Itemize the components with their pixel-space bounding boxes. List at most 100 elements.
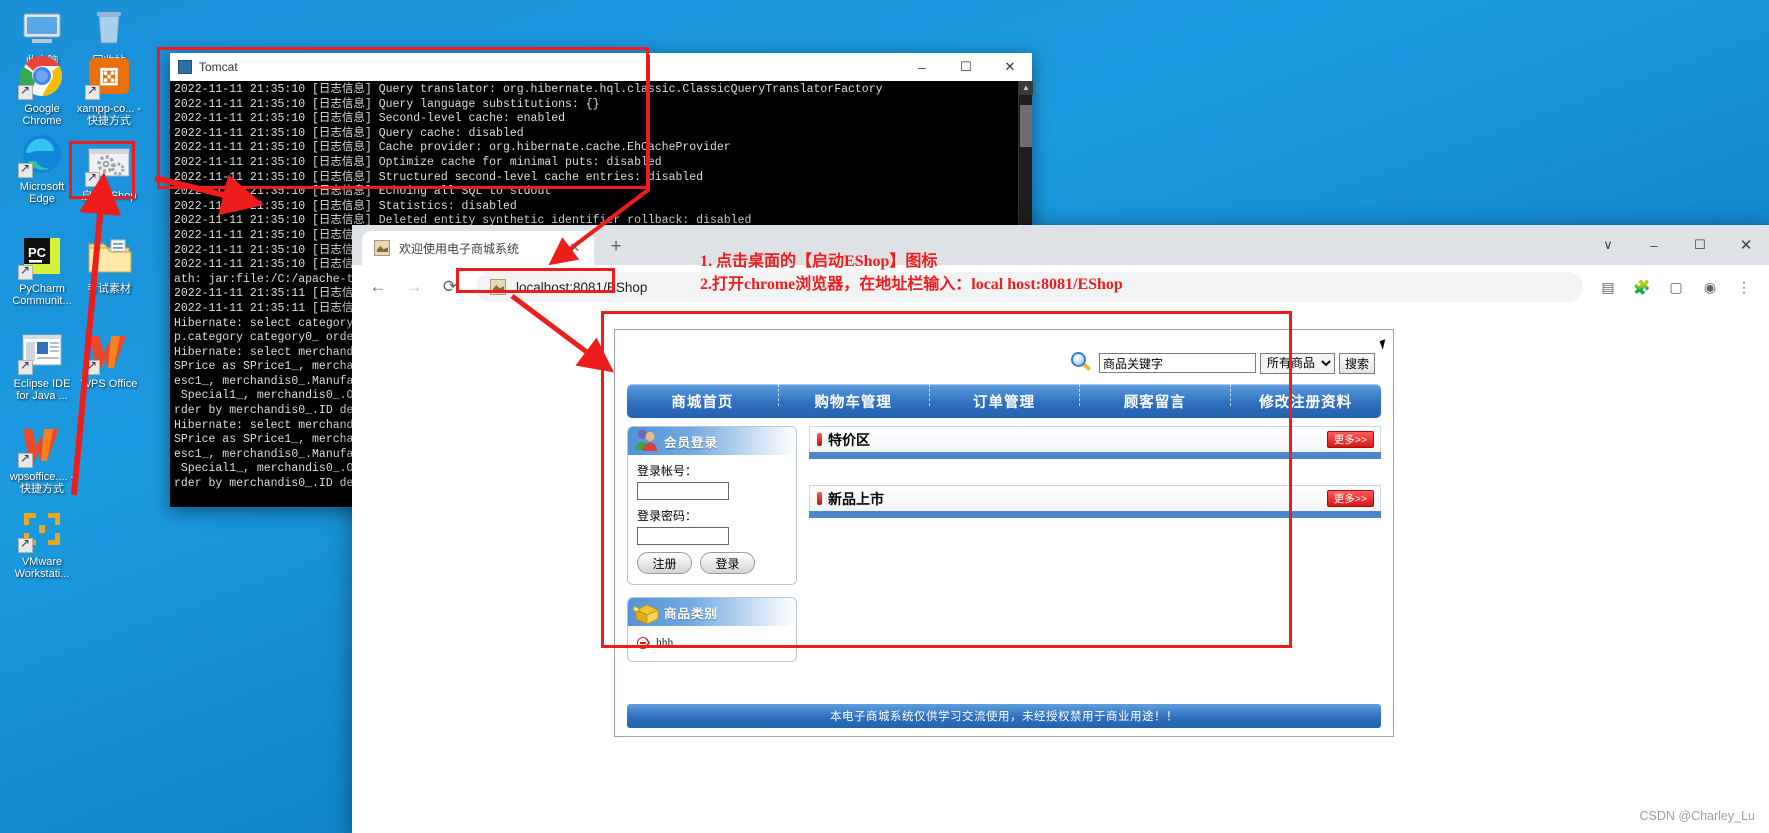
- forward-icon[interactable]: →: [399, 272, 429, 302]
- desktop-icon-wpsoffice-shortcut[interactable]: wpsoffice.... - 快捷方式: [6, 420, 78, 495]
- desktop-icon-label: xampp-co... - 快捷方式: [76, 103, 142, 127]
- scroll-up-icon[interactable]: ▲: [1019, 81, 1033, 95]
- special-offers-divider: [809, 452, 1381, 459]
- desktop-icon-eclipse-ide[interactable]: Eclipse IDE for Java ...: [6, 327, 78, 402]
- scrollbar-thumb[interactable]: [1020, 105, 1032, 147]
- tab-favicon-icon: [374, 240, 390, 256]
- sidepanel-icon[interactable]: ▤: [1594, 273, 1622, 301]
- search-button[interactable]: 搜索: [1338, 352, 1375, 374]
- chrome-window-controls[interactable]: ∨ – ☐ ✕: [1585, 225, 1769, 265]
- tomcat-title-bar[interactable]: Tomcat – ☐ ✕: [170, 53, 1032, 81]
- arrow-bullet-icon: [637, 637, 649, 649]
- tomcat-minimize-button[interactable]: –: [900, 53, 944, 81]
- section-marker-icon: [817, 433, 822, 446]
- new-tab-button[interactable]: +: [602, 234, 630, 262]
- password-input[interactable]: [637, 527, 729, 545]
- desktop-icon-xampp-control[interactable]: ⚄ xampp-co... - 快捷方式: [73, 52, 145, 127]
- category-list-item[interactable]: hhh: [637, 633, 787, 651]
- eshop-search-row[interactable]: 所有商品 搜索: [615, 339, 1393, 380]
- desktop-icon-label: VMware Workstati...: [14, 556, 70, 580]
- special-offers-more-button[interactable]: 更多>>: [1326, 431, 1374, 448]
- desktop-icon-label: 考试素材: [87, 283, 131, 295]
- shortcut-overlay-icon: [85, 83, 100, 100]
- svg-text:PC: PC: [28, 245, 47, 260]
- nav-item-feedback[interactable]: 顾客留言: [1079, 383, 1230, 412]
- desktop-icon-vmware-workstation[interactable]: VMware Workstati...: [6, 505, 78, 580]
- shortcut-overlay-icon: [18, 451, 33, 468]
- chrome-maximize-button[interactable]: ☐: [1677, 225, 1723, 265]
- chrome-toolbar-actions[interactable]: ▤ 🧩 ▢ ◉ ⋮: [1591, 273, 1761, 301]
- eshop-sidebar: 会员登录 登录帐号： 登录密码： 注册 登录 商品类别 hhh: [627, 426, 797, 696]
- exam-material-folder-icon: [85, 232, 133, 280]
- chrome-tab-strip[interactable]: 欢迎使用电子商城系统 ✕ + ∨ – ☐ ✕: [352, 225, 1769, 265]
- login-panel-body: 登录帐号： 登录密码： 注册 登录: [628, 455, 796, 584]
- tomcat-app-icon: [178, 60, 192, 74]
- desktop-icon-microsoft-edge[interactable]: Microsoft Edge: [6, 130, 78, 205]
- members-icon: [632, 428, 662, 454]
- login-panel-header: 会员登录: [628, 427, 796, 455]
- search-category-select[interactable]: 所有商品: [1259, 352, 1335, 374]
- chrome-browser-window[interactable]: 欢迎使用电子商城系统 ✕ + ∨ – ☐ ✕ ← → ⟳ localhost:8…: [352, 225, 1769, 833]
- desktop-icon-start-eshop[interactable]: 启动EShop: [73, 139, 145, 202]
- new-arrivals-body: [809, 518, 1381, 530]
- desktop-icon-pycharm-community[interactable]: PC PyCharm Communit...: [6, 232, 78, 307]
- nav-item-orders[interactable]: 订单管理: [928, 383, 1080, 412]
- eshop-top-spacer: [615, 330, 1393, 346]
- browser-tab[interactable]: 欢迎使用电子商城系统 ✕: [362, 231, 594, 265]
- desktop-icon-label: Microsoft Edge: [19, 181, 65, 205]
- desktop-icon-label: 启动EShop: [81, 190, 137, 202]
- account-input[interactable]: [637, 482, 729, 500]
- shortcut-overlay-icon: [18, 358, 33, 375]
- shortcut-overlay-icon: [85, 170, 100, 187]
- desktop-icon-google-chrome[interactable]: Google Chrome: [6, 52, 78, 127]
- new-arrivals-title: 新品上市: [828, 490, 884, 507]
- tab-title: 欢迎使用电子商城系统: [399, 241, 520, 256]
- eclipse-ide-icon: [18, 327, 66, 375]
- special-offers-title: 特价区: [828, 431, 870, 448]
- wpsoffice-shortcut-icon: [18, 420, 66, 468]
- new-arrivals-divider: [809, 511, 1381, 518]
- search-keyword-input[interactable]: [1098, 353, 1256, 373]
- chrome-close-button[interactable]: ✕: [1723, 225, 1769, 265]
- omnibox-favicon-icon: [490, 279, 506, 295]
- nav-item-profile[interactable]: 修改注册资料: [1230, 383, 1381, 412]
- tomcat-window-controls[interactable]: – ☐ ✕: [900, 53, 1032, 81]
- watermark-text: CSDN @Charley_Lu: [1639, 809, 1755, 823]
- vmware-workstation-icon: [18, 505, 66, 553]
- profile-icon[interactable]: ◉: [1696, 273, 1724, 301]
- microsoft-edge-icon: [18, 130, 66, 178]
- desktop-icon-wps-office[interactable]: WPS Office: [73, 327, 145, 390]
- split-icon[interactable]: ▢: [1662, 273, 1690, 301]
- desktop-icon-label: Eclipse IDE for Java ...: [13, 378, 71, 402]
- nav-item-cart[interactable]: 购物车管理: [777, 383, 929, 412]
- eshop-footer: 本电子商城系统仅供学习交流使用，未经授权禁用于商业用途！！: [627, 704, 1381, 728]
- chrome-minimize-button[interactable]: –: [1631, 225, 1677, 265]
- reload-icon[interactable]: ⟳: [435, 272, 465, 302]
- special-offers-section: 特价区 更多>>: [809, 426, 1381, 471]
- chrome-tabsearch-button[interactable]: ∨: [1585, 225, 1631, 265]
- svg-text:⚄: ⚄: [99, 64, 119, 90]
- eshop-main-nav[interactable]: 商城首页 购物车管理 订单管理 顾客留言 修改注册资料: [627, 383, 1381, 418]
- open-box-icon: [632, 599, 662, 625]
- category-panel-header: 商品类别: [628, 598, 796, 626]
- wps-office-icon: [85, 327, 133, 375]
- nav-item-home[interactable]: 商城首页: [627, 391, 778, 412]
- special-offers-header: 特价区 更多>>: [809, 426, 1381, 452]
- eshop-page[interactable]: 所有商品 搜索 商城首页 购物车管理 订单管理 顾客留言 修改注册资料: [614, 329, 1394, 737]
- login-button[interactable]: 登录: [700, 552, 755, 574]
- tomcat-close-button[interactable]: ✕: [988, 53, 1032, 81]
- recycle-bin-icon: [85, 4, 133, 52]
- tomcat-maximize-button[interactable]: ☐: [944, 53, 988, 81]
- new-arrivals-more-button[interactable]: 更多>>: [1326, 490, 1374, 507]
- tab-close-icon[interactable]: ✕: [566, 239, 584, 257]
- register-button[interactable]: 注册: [637, 552, 692, 574]
- desktop-icon-exam-material-folder[interactable]: 考试素材: [73, 232, 145, 295]
- desktop-icon-label: Google Chrome: [22, 103, 62, 127]
- back-icon[interactable]: ←: [363, 272, 393, 302]
- menu-icon[interactable]: ⋮: [1730, 273, 1758, 301]
- shortcut-overlay-icon: [18, 263, 33, 280]
- extensions-icon[interactable]: 🧩: [1628, 273, 1656, 301]
- annotation-step-1: 1. 点击桌面的【启动EShop】图标: [700, 253, 938, 270]
- eshop-main-column: 特价区 更多>> 新品上市 更多>>: [809, 426, 1381, 696]
- page-viewport[interactable]: 所有商品 搜索 商城首页 购物车管理 订单管理 顾客留言 修改注册资料: [352, 309, 1769, 833]
